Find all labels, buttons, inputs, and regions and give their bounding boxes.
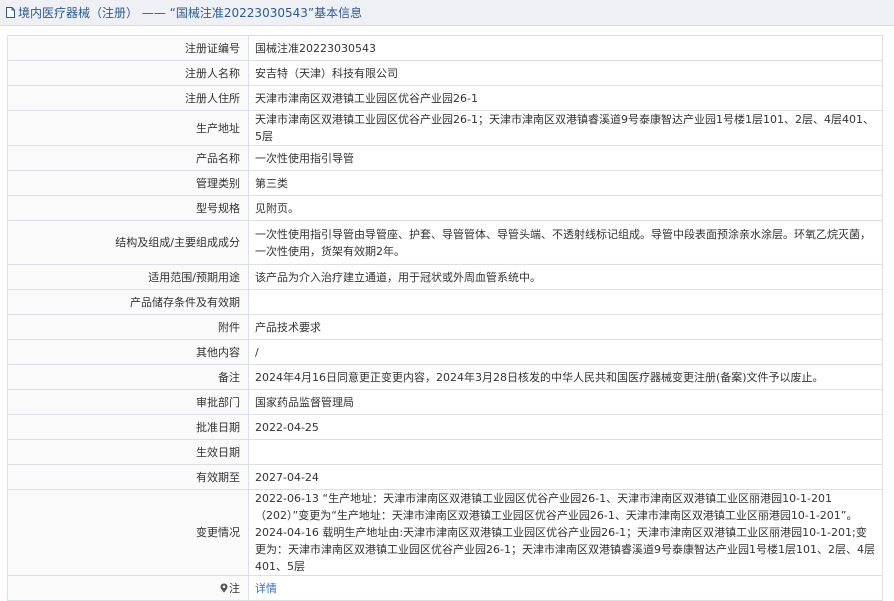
- title-suffix: 基本信息: [314, 6, 363, 20]
- table-row: 其他内容 /: [7, 339, 883, 365]
- page-title: 境内医疗器械（注册） —— “国械注准20223030543”基本信息: [18, 4, 362, 21]
- table-row: 产品名称 一次性使用指引导管: [7, 145, 883, 171]
- field-label: 有效期至: [7, 464, 249, 490]
- device-info-table: 注册证编号 国械注准20223030543 注册人名称 安吉特（天津）科技有限公司 …: [7, 35, 883, 601]
- table-row: 注册证编号 国械注准20223030543: [7, 35, 883, 61]
- note-value: 详情: [248, 575, 883, 601]
- field-value: [248, 439, 883, 465]
- table-row: 管理类别 第三类: [7, 170, 883, 196]
- details-link[interactable]: 详情: [255, 582, 277, 595]
- field-value: [248, 289, 883, 315]
- field-label: 生效日期: [7, 439, 249, 465]
- note-label-text: 注: [229, 581, 240, 595]
- field-value: 该产品为介入治疗建立通道，用于冠状或外周血管系统中。: [248, 264, 883, 290]
- page-title-bar: 境内医疗器械（注册） —— “国械注准20223030543”基本信息: [0, 0, 894, 26]
- field-label: 型号规格: [7, 195, 249, 221]
- field-label: 适用范围/预期用途: [7, 264, 249, 290]
- field-label: 备注: [7, 364, 249, 390]
- table-row: 型号规格 见附页。: [7, 195, 883, 221]
- field-label: 结构及组成/主要组成成分: [7, 220, 249, 265]
- field-label: 产品储存条件及有效期: [7, 289, 249, 315]
- field-label: 附件: [7, 314, 249, 340]
- table-row: 注册人名称 安吉特（天津）科技有限公司: [7, 60, 883, 86]
- table-row: 产品储存条件及有效期: [7, 289, 883, 315]
- field-label: 审批部门: [7, 389, 249, 415]
- field-label: 注册证编号: [7, 35, 249, 61]
- field-value: 2027-04-24: [248, 464, 883, 490]
- field-value: 2022-06-13 “生产地址：天津市津南区双港镇工业园区优谷产业园26-1、…: [248, 489, 883, 576]
- table-row: 批准日期 2022-04-25: [7, 414, 883, 440]
- title-separator: ——: [141, 6, 166, 20]
- table-row: 审批部门 国家药品监督管理局: [7, 389, 883, 415]
- map-pin-icon: [220, 583, 228, 592]
- title-registration-number: “国械注准20223030543”: [169, 6, 315, 20]
- field-value: 天津市津南区双港镇工业园区优谷产业园26-1；天津市津南区双港镇睿溪道9号泰康智…: [248, 110, 883, 146]
- field-value: 一次性使用指引导管由导管座、护套、导管管体、导管头端、不透射线标记组成。导管中段…: [248, 220, 883, 265]
- field-value: 2022-04-25: [248, 414, 883, 440]
- title-category: 境内医疗器械（注册）: [18, 6, 139, 20]
- field-label: 生产地址: [7, 110, 249, 146]
- field-value: 安吉特（天津）科技有限公司: [248, 60, 883, 86]
- document-icon: [6, 7, 15, 18]
- table-row: 附件 产品技术要求: [7, 314, 883, 340]
- table-row: 有效期至 2027-04-24: [7, 464, 883, 490]
- field-label: 其他内容: [7, 339, 249, 365]
- field-value: 国家药品监督管理局: [248, 389, 883, 415]
- field-value: 天津市津南区双港镇工业园区优谷产业园26-1: [248, 85, 883, 111]
- field-value: 第三类: [248, 170, 883, 196]
- field-value: 2024年4月16日同意更正变更内容，2024年3月28日核发的中华人民共和国医…: [248, 364, 883, 390]
- table-row: 备注 2024年4月16日同意更正变更内容，2024年3月28日核发的中华人民共和…: [7, 364, 883, 390]
- field-value: /: [248, 339, 883, 365]
- field-label: 批准日期: [7, 414, 249, 440]
- field-value: 国械注准20223030543: [248, 35, 883, 61]
- field-label: 变更情况: [7, 489, 249, 576]
- table-row: 注册人住所 天津市津南区双港镇工业园区优谷产业园26-1: [7, 85, 883, 111]
- field-value: 产品技术要求: [248, 314, 883, 340]
- table-row: 生效日期: [7, 439, 883, 465]
- note-label: 注: [7, 575, 249, 601]
- field-value: 一次性使用指引导管: [248, 145, 883, 171]
- field-label: 产品名称: [7, 145, 249, 171]
- field-value: 见附页。: [248, 195, 883, 221]
- table-row: 变更情况 2022-06-13 “生产地址：天津市津南区双港镇工业园区优谷产业园2…: [7, 489, 883, 576]
- note-row: 注 详情: [7, 575, 883, 601]
- field-label: 管理类别: [7, 170, 249, 196]
- table-row: 结构及组成/主要组成成分 一次性使用指引导管由导管座、护套、导管管体、导管头端、不…: [7, 220, 883, 265]
- field-label: 注册人住所: [7, 85, 249, 111]
- field-label: 注册人名称: [7, 60, 249, 86]
- table-row: 生产地址 天津市津南区双港镇工业园区优谷产业园26-1；天津市津南区双港镇睿溪道9…: [7, 110, 883, 146]
- table-row: 适用范围/预期用途 该产品为介入治疗建立通道，用于冠状或外周血管系统中。: [7, 264, 883, 290]
